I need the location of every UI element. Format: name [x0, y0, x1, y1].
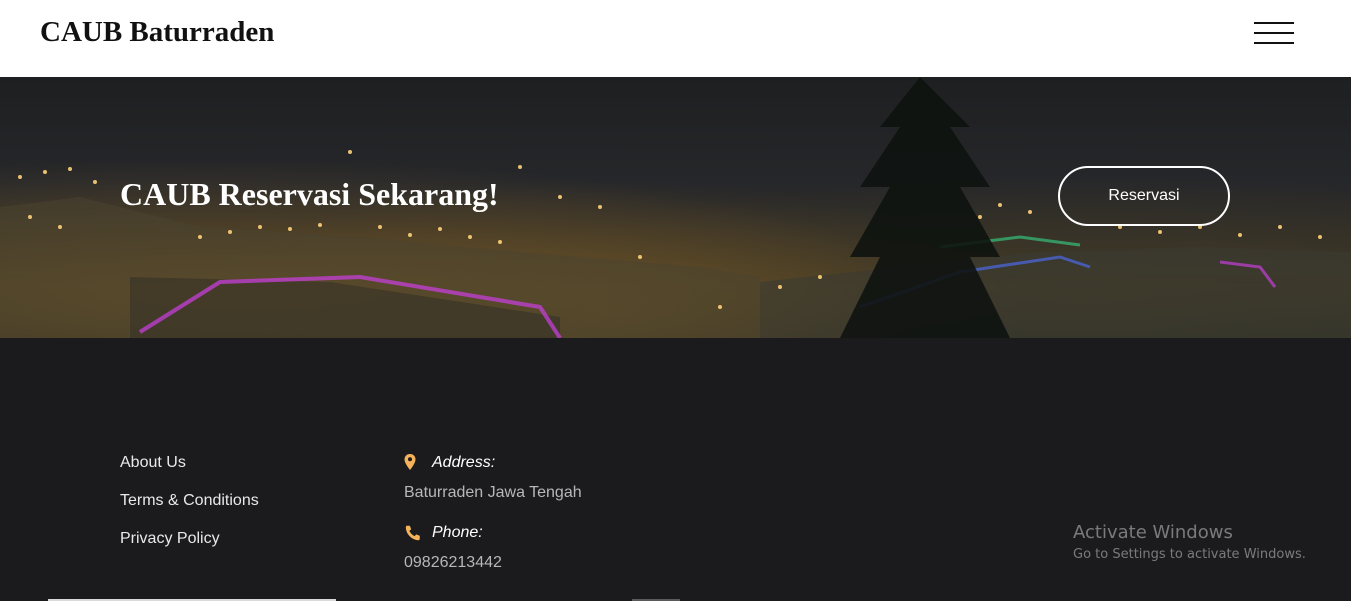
phone-block: Phone: 09826213442: [404, 521, 582, 573]
menu-bar: [1254, 32, 1294, 34]
activate-windows-watermark: Activate Windows Go to Settings to activ…: [1073, 522, 1306, 564]
menu-bar: [1254, 22, 1294, 24]
phone-label: Phone:: [432, 524, 483, 541]
about-us-link[interactable]: About Us: [120, 453, 259, 473]
footer-links: About Us Terms & Conditions Privacy Poli…: [120, 453, 259, 567]
address-block: Address: Baturraden Jawa Tengah: [404, 451, 582, 503]
brand-logo-text[interactable]: CAUB Baturraden: [40, 14, 274, 50]
address-value: Baturraden Jawa Tengah: [404, 484, 582, 501]
site-header: CAUB Baturraden: [0, 0, 1351, 77]
watermark-subtitle: Go to Settings to activate Windows.: [1073, 547, 1306, 562]
hamburger-menu-icon[interactable]: [1254, 20, 1294, 46]
address-label: Address:: [432, 454, 496, 471]
watermark-title: Activate Windows: [1073, 522, 1233, 543]
reservasi-button[interactable]: Reservasi: [1058, 166, 1230, 226]
hero-banner: CAUB Reservasi Sekarang! Reservasi: [0, 77, 1351, 338]
menu-bar: [1254, 42, 1294, 44]
hero-title: CAUB Reservasi Sekarang!: [120, 176, 499, 212]
phone-icon: [405, 525, 420, 541]
phone-value[interactable]: 09826213442: [404, 553, 582, 573]
privacy-policy-link[interactable]: Privacy Policy: [120, 529, 259, 549]
contact-info: Address: Baturraden Jawa Tengah Phone: 0…: [404, 451, 582, 591]
terms-conditions-link[interactable]: Terms & Conditions: [120, 491, 259, 511]
map-pin-icon: [404, 454, 416, 470]
